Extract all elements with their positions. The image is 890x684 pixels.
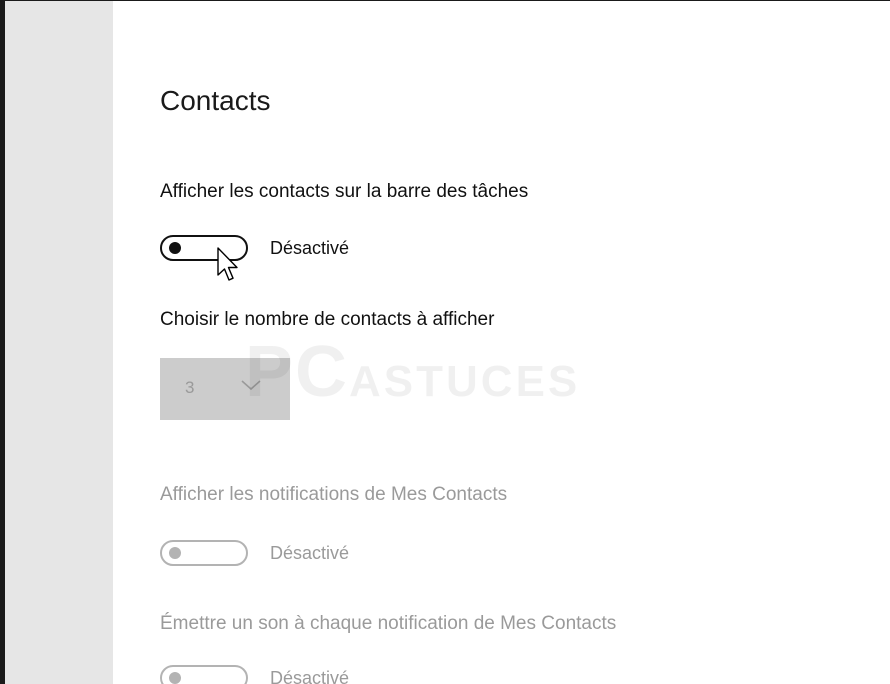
contact-count-dropdown[interactable]: 3 [160, 358, 290, 420]
navigation-pane [5, 1, 113, 684]
taskbar-contacts-setting: Désactivé [160, 233, 460, 263]
settings-window: Contacts Afficher les contacts sur la ba… [0, 0, 890, 684]
sound-setting: Désactivé [160, 663, 460, 684]
page-title: Contacts [160, 85, 271, 116]
toggle-knob [169, 242, 181, 254]
sound-toggle[interactable] [160, 665, 248, 684]
notifications-label: Afficher les notifications de Mes Contac… [160, 484, 508, 505]
toggle-knob [169, 547, 181, 559]
taskbar-contacts-label: Afficher les contacts sur la barre des t… [160, 181, 529, 202]
chevron-down-icon [241, 380, 261, 391]
sound-state: Désactivé [270, 668, 350, 684]
toggle-knob [169, 672, 181, 684]
sound-label: Émettre un son à chaque notification de … [160, 613, 617, 634]
notifications-state: Désactivé [270, 543, 350, 563]
taskbar-contacts-state: Désactivé [270, 238, 350, 258]
contact-count-label: Choisir le nombre de contacts à afficher [160, 309, 495, 330]
settings-content: Contacts Afficher les contacts sur la ba… [160, 1, 890, 684]
notifications-toggle[interactable] [160, 540, 248, 566]
notifications-setting: Désactivé [160, 538, 460, 568]
arrow-pointer-icon [217, 247, 238, 281]
contact-count-value: 3 [185, 378, 195, 397]
